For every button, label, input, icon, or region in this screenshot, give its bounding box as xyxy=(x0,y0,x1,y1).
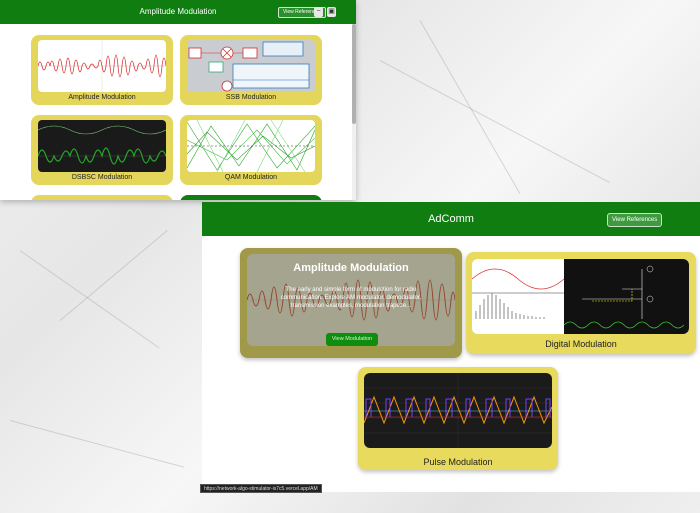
front-view-references-button[interactable]: View References xyxy=(607,213,663,227)
background-vein xyxy=(59,230,168,321)
back-card-dsbsc[interactable]: DSBSC Modulation xyxy=(31,115,173,185)
overlay-title: Amplitude Modulation xyxy=(293,262,409,274)
background-vein xyxy=(419,20,521,194)
dsbsc-waveform-thumbnail xyxy=(38,120,166,172)
background-vein xyxy=(19,250,160,349)
back-card-partial[interactable] xyxy=(180,195,322,200)
link-status-url: https://network-algo-stimulator-is7c5.ve… xyxy=(200,484,322,493)
minimize-icon[interactable]: − xyxy=(314,7,323,17)
overlay-description: The early and simple form of modulation … xyxy=(280,287,422,309)
back-card-ssb[interactable]: SSB Modulation xyxy=(180,35,322,105)
ssb-diagram-thumbnail xyxy=(187,40,315,92)
am-waveform-thumbnail xyxy=(38,40,166,92)
card-label: Pulse Modulation xyxy=(423,457,493,467)
card-hover-overlay: Amplitude Modulation The early and simpl… xyxy=(240,248,462,358)
back-card-label: Amplitude Modulation xyxy=(68,94,136,101)
amplitude-modulation-window: Amplitude Modulation View References − ▣… xyxy=(0,0,356,200)
back-card-label: SSB Modulation xyxy=(225,94,277,101)
pulse-modulation-thumbnail xyxy=(364,373,552,448)
adcomm-window: AdComm View References Amplitude Modulat… xyxy=(202,202,700,492)
back-card-partial[interactable] xyxy=(31,195,173,200)
front-header-bar: AdComm View References xyxy=(202,202,700,236)
card-digital-modulation[interactable]: Digital Modulation xyxy=(466,252,696,354)
background-vein xyxy=(379,60,610,184)
back-card-label: DSBSC Modulation xyxy=(71,174,133,181)
card-amplitude-modulation[interactable]: Amplitude Modulation The early and simpl… xyxy=(240,248,462,358)
digital-modulation-thumbnail xyxy=(472,259,689,334)
card-pulse-modulation[interactable]: Pulse Modulation xyxy=(358,367,558,470)
qam-waveform-thumbnail xyxy=(187,120,315,172)
back-card-qam[interactable]: QAM Modulation xyxy=(180,115,322,185)
back-scrollbar-thumb[interactable] xyxy=(352,24,356,124)
back-scrollbar[interactable] xyxy=(352,24,356,200)
back-header-bar: Amplitude Modulation View References − ▣ xyxy=(0,0,356,24)
background-vein xyxy=(9,420,184,468)
back-card-am[interactable]: Amplitude Modulation xyxy=(31,35,173,105)
fullscreen-icon[interactable]: ▣ xyxy=(327,7,336,17)
view-modulation-button[interactable]: View Modulation xyxy=(326,333,378,346)
card-label: Digital Modulation xyxy=(545,339,617,349)
back-card-label: QAM Modulation xyxy=(224,174,278,181)
